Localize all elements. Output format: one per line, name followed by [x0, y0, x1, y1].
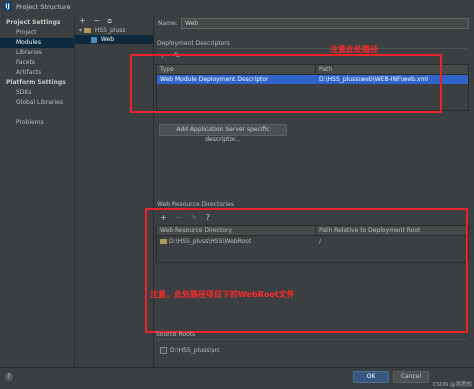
highlight-box — [145, 208, 468, 333]
divider — [157, 48, 467, 49]
cancel-button[interactable]: Cancel — [393, 371, 429, 383]
webroot-annotation: 注意，此处路径项目下的WebRoot文件 — [150, 290, 295, 299]
nav-item-problems[interactable]: Problems — [0, 118, 74, 128]
module-name: HSS_pluss — [94, 27, 126, 34]
nav-item-libraries[interactable]: Libraries — [0, 48, 74, 58]
remove-icon[interactable]: − — [93, 16, 100, 25]
left-nav: Project Settings Project Modules Librari… — [0, 14, 75, 376]
source-root-item[interactable]: D:\HSS_pluss\src — [160, 347, 220, 354]
tree-item-module[interactable]: ▾ HSS_pluss — [75, 26, 153, 35]
facet-name: Web — [100, 36, 115, 43]
name-field[interactable]: Web — [181, 18, 469, 29]
intellij-logo-icon: IJ — [3, 2, 12, 11]
help-circle-icon[interactable]: ? — [5, 373, 13, 381]
tree-item-web-facet[interactable]: Web — [75, 35, 153, 44]
title-bar: IJ Project Structure — [0, 0, 474, 15]
add-icon[interactable]: + — [79, 16, 86, 25]
source-roots-title: Source Roots — [156, 331, 196, 338]
nav-item-global-libraries[interactable]: Global Libraries — [0, 98, 74, 108]
add-application-server-descriptor-button[interactable]: Add Application Server specific descript… — [159, 124, 287, 143]
watermark: CSDN @洞悉知 — [432, 380, 472, 388]
source-root-checkbox[interactable] — [160, 347, 167, 354]
nav-item-facets[interactable]: Facets — [0, 58, 74, 68]
facet-settings-panel: Name: Web Deployment Descriptors + ✎ Typ… — [130, 14, 474, 376]
name-label: Name: — [158, 20, 178, 27]
dialog-footer: ? OK Cancel CSDN @洞悉知 — [0, 367, 474, 389]
window-title: Project Structure — [16, 3, 71, 11]
source-root-path: D:\HSS_pluss\src — [170, 347, 221, 354]
web-facet-icon — [91, 36, 97, 43]
path-annotation: 注意此处路径 — [330, 45, 378, 54]
ok-button[interactable]: OK — [353, 371, 389, 383]
highlight-box — [130, 54, 442, 113]
nav-item-sdks[interactable]: SDKs — [0, 88, 74, 98]
expand-arrow-icon[interactable]: ▾ — [75, 27, 82, 34]
module-folder-icon — [83, 28, 91, 33]
copy-icon[interactable]: ⧉ — [108, 18, 112, 25]
divider — [156, 339, 466, 340]
platform-settings-header: Platform Settings — [6, 79, 66, 86]
nav-item-artifacts[interactable]: Artifacts — [0, 68, 74, 78]
tree-toolbar: + − ⧉ — [79, 16, 117, 26]
deployment-descriptors-title: Deployment Descriptors — [157, 40, 230, 47]
project-settings-header: Project Settings — [6, 19, 61, 26]
nav-item-modules[interactable]: Modules — [0, 38, 74, 48]
web-resource-directories-title: Web Resource Directories — [157, 201, 234, 208]
nav-item-project[interactable]: Project — [0, 28, 74, 38]
